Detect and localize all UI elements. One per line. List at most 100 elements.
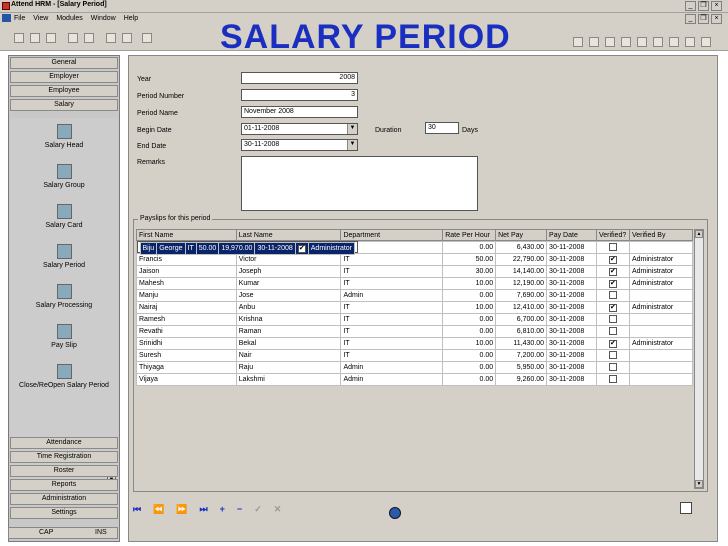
cell-rate-per-hour[interactable]: 10.00 [442,277,497,290]
cell-pay-date[interactable]: 30-11-2008 [546,337,597,350]
column-header-department[interactable]: Department [340,229,444,241]
year-field[interactable]: 2008 [241,72,358,84]
cell-last-name[interactable]: Raju [235,361,342,374]
sidebar-item-salary-card[interactable]: Salary Card [10,204,118,229]
verified-checkbox[interactable] [608,350,617,359]
module-icon-6[interactable] [653,37,663,47]
column-header-verified[interactable]: Verified? [596,229,630,241]
end-date-picker[interactable]: 30-11-2008 ▼ [241,139,358,151]
cell-pay-date[interactable]: 30-11-2008 [546,373,597,386]
cell-department[interactable]: IT [340,301,444,314]
cell-net-pay[interactable]: 7,690.00 [495,289,548,302]
table-row[interactable]: Manju Jose Admin 0.00 7,690.00 30-11-2008 [136,289,694,302]
cell-last-name[interactable]: Kumar [235,277,342,290]
sidebar-button-time-registration[interactable]: Time Registration [10,451,118,463]
cell-verified-by[interactable] [628,349,694,362]
cell-department[interactable]: IT [340,325,444,338]
cell-verified-by[interactable]: Administrator [628,337,694,350]
close-button[interactable]: × [711,1,722,11]
new-icon[interactable] [14,33,24,43]
cell-rate-per-hour[interactable]: 10.00 [442,301,497,314]
table-row[interactable]: Revathi Raman IT 0.00 6,810.00 30-11-2008 [136,325,694,338]
cell-last-name[interactable]: Jose [235,289,342,302]
duration-field[interactable]: 30 [425,122,459,134]
end-date-dropdown-icon[interactable]: ▼ [347,140,357,150]
cell-verified-by[interactable]: Administrator [628,265,694,278]
module-icon-5[interactable] [637,37,647,47]
cell-last-name[interactable]: Raman [235,325,342,338]
add-record-button[interactable]: + [220,504,225,515]
table-row[interactable]: Thiyaga Raju Admin 0.00 5,950.00 30-11-2008 [136,361,694,374]
cell-department[interactable]: IT [184,242,197,255]
table-row[interactable]: Mahesh Kumar IT 10.00 12,190.00 30-11-2008 ✔ Ad… [136,277,694,290]
post-record-button[interactable]: ✓ [254,504,262,515]
cell-verified[interactable] [596,373,630,386]
cell-net-pay[interactable]: 6,700.00 [495,313,548,326]
verified-checkbox[interactable] [608,314,617,323]
column-header-net-pay[interactable]: Net Pay [495,229,548,241]
cell-net-pay[interactable]: 6,810.00 [495,325,548,338]
cell-last-name[interactable]: Joseph [235,265,342,278]
cell-net-pay[interactable]: 5,950.00 [495,361,548,374]
cell-verified[interactable]: ✔ [596,337,630,350]
cell-net-pay[interactable]: 12,410.00 [495,301,548,314]
table-row[interactable]: Jaison Joseph IT 30.00 14,140.00 30-11-2008 ✔ A… [136,265,694,278]
verified-checkbox[interactable]: ✔ [608,255,617,264]
cell-rate-per-hour[interactable]: 30.00 [442,265,497,278]
table-row[interactable]: Biju George IT 50.00 19,970.00 30-11-2008 ✔ Adm… [136,241,358,255]
last-record-button[interactable]: ⏭ [200,504,208,515]
verified-checkbox[interactable]: ✔ [297,244,306,253]
module-icon-3[interactable] [605,37,615,47]
cell-verified-by[interactable]: Administrator [628,253,694,266]
restore-button[interactable]: ❐ [698,1,709,11]
cell-last-name[interactable]: Lakshmi [235,373,342,386]
sidebar-item-salary-period[interactable]: Salary Period [10,244,118,269]
sidebar-button-employee[interactable]: Employee [10,85,118,97]
verified-checkbox[interactable] [608,326,617,335]
cell-verified[interactable]: ✔ [596,277,630,290]
verified-checkbox[interactable]: ✔ [608,303,617,312]
cell-pay-date[interactable]: 30-11-2008 [546,289,597,302]
cell-verified-by[interactable]: Administrator [628,301,694,314]
delete-record-button[interactable]: − [237,504,242,515]
cell-verified-by[interactable] [628,241,694,254]
cell-net-pay[interactable]: 19,970.00 [218,242,256,255]
cell-first-name[interactable]: Francis [136,253,237,266]
module-icon-8[interactable] [685,37,695,47]
sidebar-button-general[interactable]: General [10,57,118,69]
cell-department[interactable]: Admin [340,289,444,302]
cell-rate-per-hour[interactable]: 50.00 [442,253,497,266]
cell-rate-per-hour[interactable]: 0.00 [442,361,497,374]
cell-rate-per-hour[interactable]: 0.00 [442,313,497,326]
column-header-last-name[interactable]: Last Name [235,229,342,241]
minimize-button[interactable]: _ [685,1,696,11]
cell-pay-date[interactable]: 30-11-2008 [546,361,597,374]
cell-first-name[interactable]: Biju [139,242,158,255]
menu-file[interactable]: File [14,15,25,22]
cell-verified-by[interactable] [628,373,694,386]
cell-net-pay[interactable]: 6,430.00 [495,241,548,254]
cell-pay-date[interactable]: 30-11-2008 [254,242,296,255]
cell-verified[interactable] [596,313,630,326]
cell-first-name[interactable]: Suresh [136,349,237,362]
cell-last-name[interactable]: George [156,242,186,255]
table-row[interactable]: Vijaya Lakshmi Admin 0.00 9,260.00 30-11-2008 [136,373,694,386]
cell-rate-per-hour[interactable]: 0.00 [442,373,497,386]
cell-first-name[interactable]: Manju [136,289,237,302]
cell-rate-per-hour[interactable]: 0.00 [442,325,497,338]
cell-verified-by[interactable] [628,289,694,302]
verified-checkbox[interactable]: ✔ [608,267,617,276]
cell-net-pay[interactable]: 11,430.00 [495,337,548,350]
sidebar-item-close-reopen-salary-period[interactable]: Close/ReOpen Salary Period [10,364,118,389]
cell-pay-date[interactable]: 30-11-2008 [546,301,597,314]
column-header-pay-date[interactable]: Pay Date [546,229,597,241]
sidebar-button-settings[interactable]: Settings [10,507,118,519]
sidebar-button-employer[interactable]: Employer [10,71,118,83]
table-vertical-scrollbar[interactable]: ▲ ▼ [694,229,704,489]
period-name-field[interactable]: November 2008 [241,106,358,118]
cell-pay-date[interactable]: 30-11-2008 [546,253,597,266]
menu-modules[interactable]: Modules [56,15,82,22]
sidebar-item-salary-processing[interactable]: Salary Processing [10,284,118,309]
cell-verified[interactable] [596,361,630,374]
cell-verified-by[interactable] [628,313,694,326]
